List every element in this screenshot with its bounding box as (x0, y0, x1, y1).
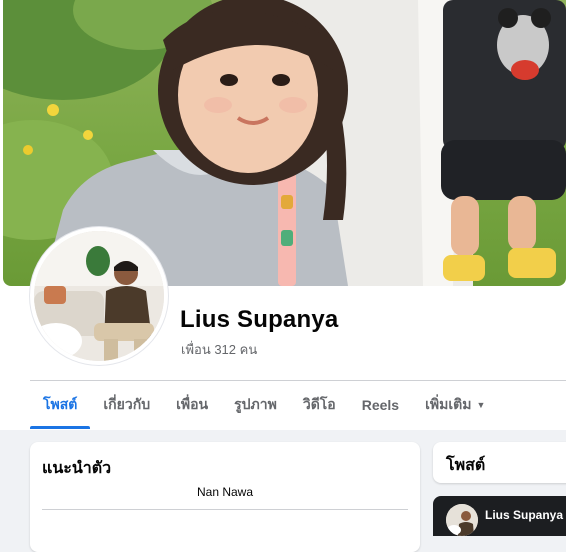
tab-photos[interactable]: รูปภาพ (221, 381, 290, 429)
tab-more[interactable]: เพิ่มเติม ▼ (412, 381, 498, 429)
tab-posts[interactable]: โพสต์ (30, 381, 91, 429)
profile-tabs: โพสต์ เกี่ยวกับ เพื่อน รูปภาพ วิดีโอ Ree… (30, 381, 498, 429)
intro-card: แนะนำตัว Nan Nawa (30, 442, 420, 552)
profile-avatar[interactable] (30, 227, 168, 365)
intro-divider (42, 509, 408, 510)
post-preview[interactable]: Lius Supanya · (433, 496, 566, 536)
tab-label: วิดีโอ (302, 396, 336, 412)
tab-about[interactable]: เกี่ยวกับ (90, 381, 163, 429)
tab-friends[interactable]: เพื่อน (163, 381, 221, 429)
posts-title: โพสต์ (446, 457, 486, 474)
tab-label: เพื่อน (176, 396, 209, 412)
avatar-photo (34, 231, 164, 361)
chevron-down-icon: ▼ (476, 400, 486, 410)
tab-reels[interactable]: Reels (349, 381, 412, 429)
posts-card: โพสต์ (433, 442, 566, 483)
profile-name: Lius Supanya (180, 306, 339, 333)
profile-header: Lius Supanya เพื่อน 312 คน โพสต์ เกี่ยวก… (0, 0, 566, 430)
post-author[interactable]: Lius Supanya · (485, 508, 566, 522)
friend-count[interactable]: เพื่อน 312 คน (181, 339, 257, 360)
intro-bio: Nan Nawa (196, 485, 254, 499)
tab-videos[interactable]: วิดีโอ (290, 381, 349, 429)
tab-label: โพสต์ (43, 396, 78, 412)
tab-label: เกี่ยวกับ (103, 396, 151, 412)
tab-label: รูปภาพ (234, 396, 277, 412)
tab-label: เพิ่มเติม (425, 396, 472, 412)
intro-title: แนะนำตัว (42, 460, 112, 477)
avatar[interactable] (446, 504, 478, 536)
tab-label: Reels (361, 397, 400, 413)
